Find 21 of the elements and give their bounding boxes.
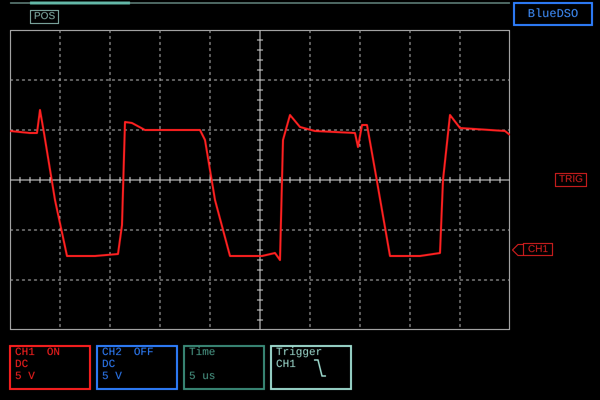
time-title: Time [189, 347, 216, 359]
channel-marker: CH1 [523, 243, 554, 256]
trigger-title: Trigger [276, 347, 324, 359]
trigger-panel[interactable]: Trigger CH1 [270, 345, 352, 390]
channel-name: CH1 [15, 347, 35, 359]
channel-name: CH2 [102, 347, 122, 359]
coupling-label: DC [15, 359, 30, 371]
trigger-source: CH1 [276, 359, 296, 371]
coupling-label: DC [102, 359, 116, 371]
brand-label: BlueDSO [513, 2, 593, 26]
falling-edge-icon [314, 359, 326, 377]
channel-panel[interactable]: CH1 ON DC 5 V [9, 345, 91, 390]
time-value: 5 us [189, 371, 216, 383]
channel-panel[interactable]: CH2 OFF DC 5 V [96, 345, 178, 390]
trigger-marker: TRIG [555, 173, 587, 187]
time-panel[interactable]: Time 5 us [183, 345, 265, 390]
channel-state: ON [46, 347, 60, 359]
position-label: POS [30, 10, 60, 24]
scale-value: 5 V [102, 371, 123, 383]
scale-value: 5 V [15, 371, 36, 383]
channel-state: OFF [134, 347, 154, 359]
